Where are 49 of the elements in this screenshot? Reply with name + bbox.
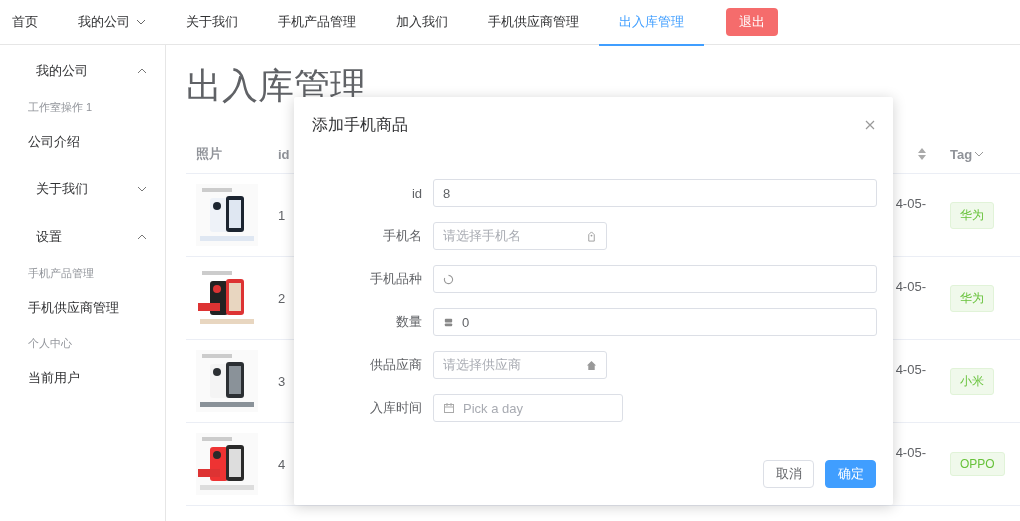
stack-icon (443, 316, 454, 328)
nav-tab[interactable]: 加入我们 (376, 0, 468, 46)
table-cell-text: 2 (277, 290, 287, 306)
submenu-title[interactable]: 关于我们 (0, 171, 165, 207)
nav-tab[interactable]: 首页 (0, 0, 58, 46)
input-field[interactable]: 0 (433, 308, 877, 336)
table-cell-text: 3 (277, 373, 287, 389)
input-field[interactable]: 8 (433, 179, 877, 207)
nav-tab[interactable]: 我的公司 (58, 0, 166, 46)
tag: 华为 (950, 201, 994, 229)
tag: OPPO (950, 452, 1005, 476)
table-cell: 4-05- (895, 279, 926, 294)
submenu-title[interactable]: 我的公司 (0, 53, 165, 89)
field-label: 入库时间 (369, 399, 423, 417)
menu-item[interactable]: 当前用户 (0, 361, 165, 395)
menu-item[interactable]: 公司介绍 (0, 125, 165, 159)
menu-group-title: 个人中心 (27, 336, 73, 351)
tag: 华为 (950, 284, 994, 312)
loading-icon (443, 273, 454, 285)
table-cell: 4-05- (895, 196, 926, 211)
field-label: id (410, 185, 423, 201)
menu-item[interactable]: 手机供应商管理 (0, 291, 165, 325)
dialog-title: 添加手机商品 (312, 114, 408, 135)
nav-tab[interactable]: 手机产品管理 (258, 0, 376, 46)
calendar-icon (443, 402, 455, 414)
field-label: 手机名 (382, 227, 423, 245)
menu-group-title: 工作室操作 1 (27, 100, 94, 115)
tag-icon (586, 230, 597, 242)
field-label: 数量 (395, 313, 423, 331)
table-cell: 4-05- (895, 445, 926, 460)
table-cell-text: 1 (277, 207, 287, 223)
cancel-button[interactable]: 取消 (763, 460, 814, 488)
field-label: 手机品种 (369, 270, 423, 288)
sort-icon[interactable] (918, 148, 926, 160)
caret-icon[interactable] (974, 151, 985, 157)
nav-tab[interactable]: 关于我们 (166, 0, 258, 46)
close-icon[interactable] (865, 120, 875, 130)
menu-group-title: 手机产品管理 (27, 266, 95, 281)
submenu-title[interactable]: 设置 (0, 219, 165, 255)
column-header: 照片 (195, 145, 223, 163)
table-cell: 4-05- (895, 362, 926, 377)
input-field[interactable] (433, 265, 877, 293)
nav-tab[interactable]: 手机供应商管理 (468, 0, 599, 46)
tag: 小米 (950, 367, 994, 395)
field-label: 供品应商 (369, 356, 423, 374)
column-header: id (277, 146, 291, 162)
column-header: Tag (950, 146, 973, 162)
table-cell-text: 4 (277, 456, 287, 472)
home-icon (586, 359, 597, 371)
